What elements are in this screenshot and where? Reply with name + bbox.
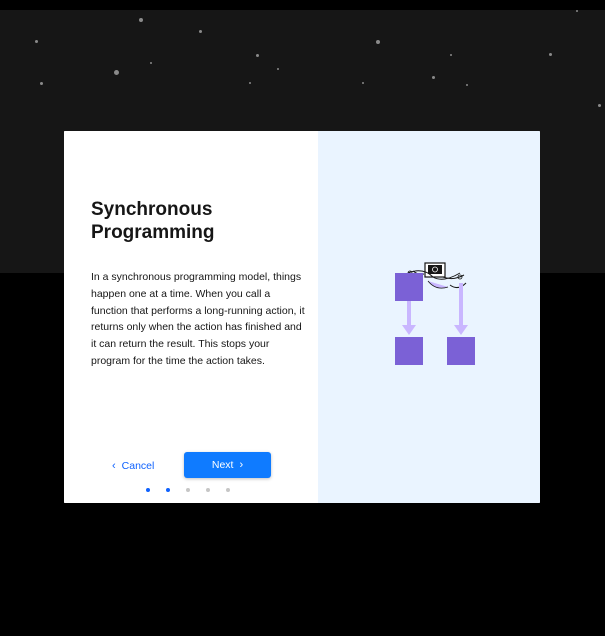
star bbox=[376, 40, 380, 44]
onboarding-dialog: Synchronous Programming In a synchronous… bbox=[64, 131, 540, 503]
chevron-left-icon: ‹ bbox=[112, 459, 116, 472]
next-button-label: Next bbox=[211, 459, 234, 471]
star bbox=[362, 82, 364, 84]
chevron-right-icon: › bbox=[239, 458, 244, 471]
illustration-pane bbox=[318, 131, 540, 503]
next-button[interactable]: Next › bbox=[184, 452, 271, 478]
synchronous-flow-illustration bbox=[395, 262, 475, 365]
step-dot bbox=[226, 488, 230, 492]
star bbox=[40, 82, 43, 85]
star bbox=[249, 82, 251, 84]
step-indicator bbox=[146, 488, 230, 492]
block-top-left bbox=[395, 273, 423, 301]
dialog-content-pane: Synchronous Programming In a synchronous… bbox=[64, 131, 318, 503]
star bbox=[35, 40, 38, 43]
star bbox=[199, 30, 202, 33]
star bbox=[256, 54, 259, 57]
top-bar bbox=[0, 0, 605, 10]
star bbox=[139, 18, 143, 22]
step-dot bbox=[186, 488, 190, 492]
star bbox=[432, 76, 435, 79]
arrow-down-icon bbox=[454, 283, 468, 335]
cancel-button-label: Cancel bbox=[121, 460, 155, 472]
cancel-button[interactable]: ‹ Cancel bbox=[112, 453, 172, 479]
step-dot bbox=[206, 488, 210, 492]
star bbox=[576, 10, 578, 12]
block-bottom-left bbox=[395, 337, 423, 365]
star bbox=[114, 70, 119, 75]
arrow-down-icon bbox=[402, 301, 416, 335]
step-dot bbox=[146, 488, 150, 492]
block-bottom-right bbox=[447, 337, 475, 365]
star bbox=[549, 53, 552, 56]
dialog-body-text: In a synchronous programming model, thin… bbox=[91, 271, 305, 367]
step-dot bbox=[166, 488, 170, 492]
star bbox=[277, 68, 279, 70]
star bbox=[466, 84, 468, 86]
star bbox=[598, 104, 601, 107]
star bbox=[150, 62, 152, 64]
star bbox=[450, 54, 452, 56]
dialog-title: Synchronous Programming bbox=[91, 199, 215, 243]
